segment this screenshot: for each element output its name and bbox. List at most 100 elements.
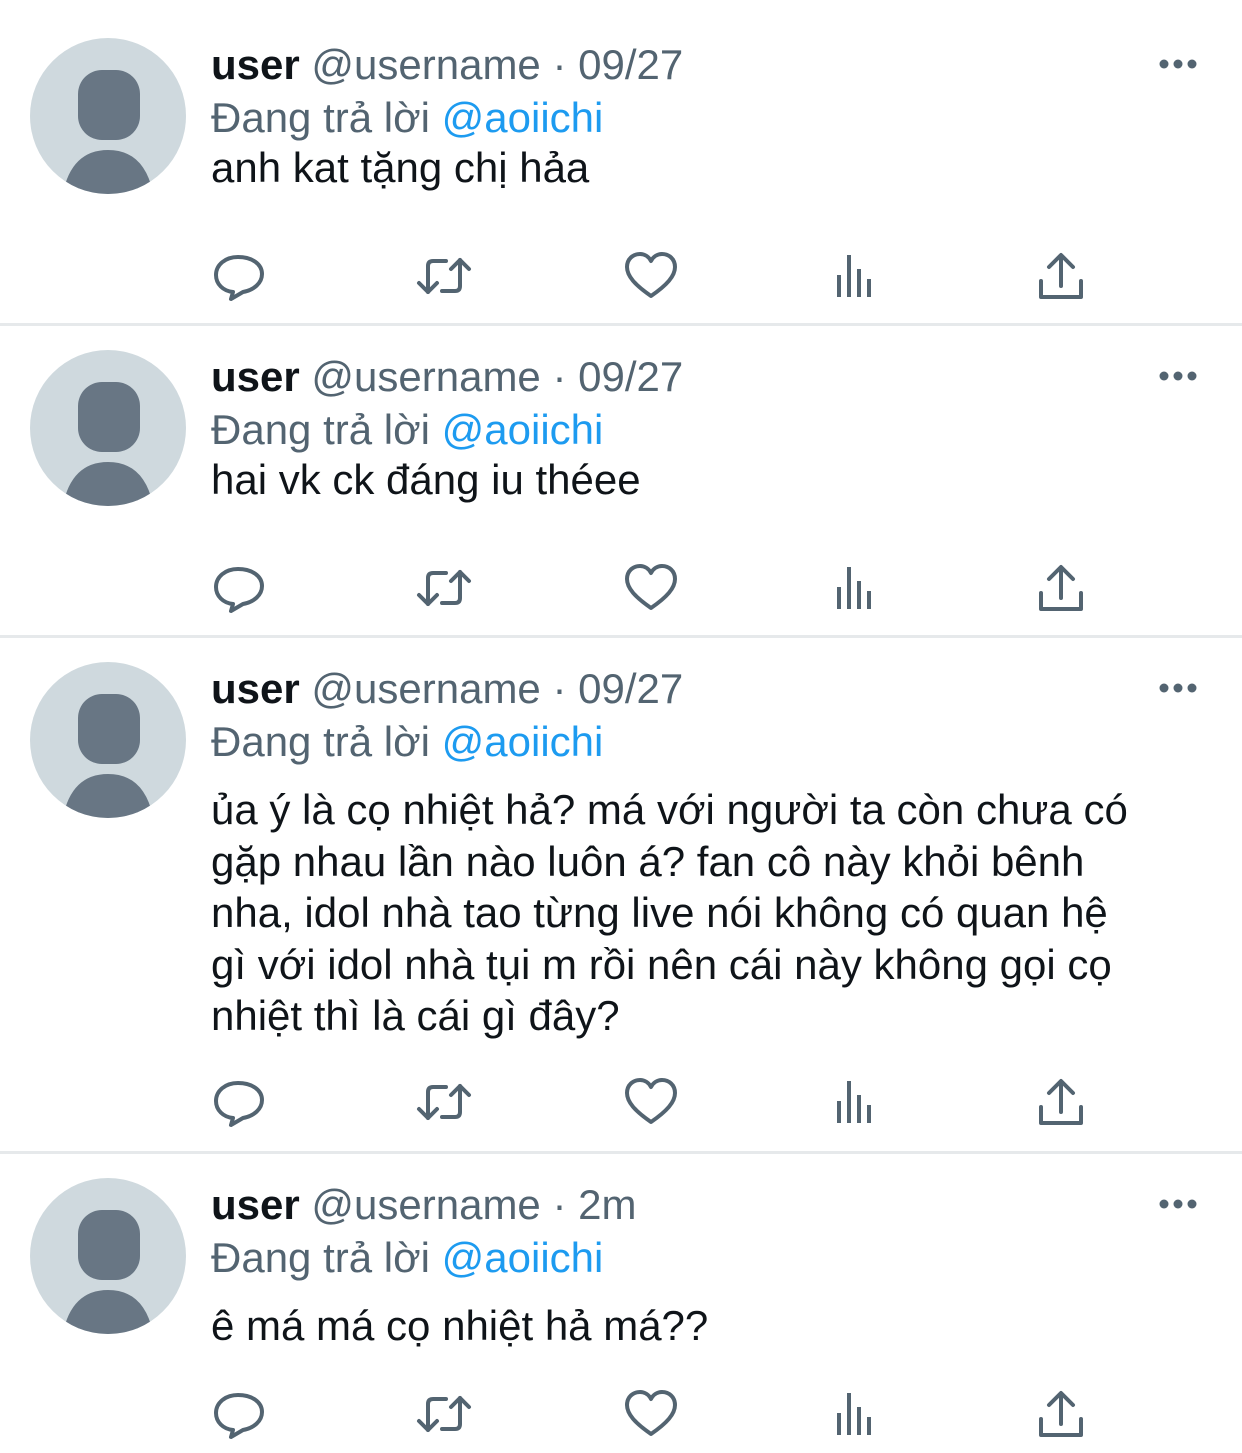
mention-link[interactable]: @aoiichi: [442, 1234, 604, 1281]
reply-icon: [214, 255, 264, 301]
tweet-text-line: ủa ý là cọ nhiệt hả? má với người ta còn…: [211, 786, 1128, 833]
avatar[interactable]: [30, 350, 186, 506]
timestamp[interactable]: 09/27: [578, 665, 683, 712]
tweet[interactable]: user @username · 09/27 Đang trả lời @aoi…: [0, 638, 1242, 1154]
tweet-text-line: gì với idol nhà tụi m rồi nên cái này kh…: [211, 940, 1112, 988]
display-name[interactable]: user: [211, 1181, 300, 1228]
retweet-icon: [417, 570, 471, 606]
more-options-button[interactable]: [1156, 52, 1204, 76]
heart-icon: [625, 252, 677, 298]
share-button[interactable]: [1033, 1074, 1089, 1130]
action-bar: [211, 1074, 1111, 1130]
user-handle[interactable]: @username: [311, 1181, 540, 1228]
more-horizontal-icon: [1159, 1199, 1197, 1209]
views-button[interactable]: [828, 248, 884, 304]
share-icon: [1039, 1391, 1083, 1437]
user-handle[interactable]: @username: [311, 41, 540, 88]
heart-icon: [625, 564, 677, 610]
share-icon: [1039, 253, 1083, 299]
tweet-header: user @username · 09/27: [211, 664, 683, 714]
separator-dot: ·: [552, 353, 567, 400]
tweet-text: ê má má cọ nhiệt hả má??: [211, 1302, 709, 1349]
reply-feed: user @username · 09/27 Đang trả lời @aoi…: [0, 0, 1242, 1453]
default-profile-icon: [62, 694, 154, 818]
tweet-text-line: gặp nhau lần nào luôn á? fan cô này khỏi…: [211, 837, 1085, 885]
views-bar-chart-icon: [837, 1393, 871, 1435]
more-horizontal-icon: [1159, 371, 1197, 381]
tweet[interactable]: user @username · 2m Đang trả lời @aoiich…: [0, 1154, 1242, 1453]
reply-icon: [214, 1393, 264, 1439]
retweet-button[interactable]: [416, 1386, 472, 1442]
mention-link[interactable]: @aoiichi: [442, 406, 604, 453]
action-bar: [211, 1386, 1111, 1442]
replying-to-line: Đang trả lời @aoiichi: [211, 405, 603, 455]
share-button[interactable]: [1033, 1386, 1089, 1442]
share-button[interactable]: [1033, 248, 1089, 304]
tweet-text-line: nha, idol nhà tao từng live nói không có…: [211, 889, 1108, 936]
views-button[interactable]: [828, 1386, 884, 1442]
default-profile-icon: [62, 1210, 154, 1334]
reply-button[interactable]: [211, 248, 267, 304]
retweet-button[interactable]: [416, 248, 472, 304]
more-horizontal-icon: [1159, 683, 1197, 693]
more-options-button[interactable]: [1156, 364, 1204, 388]
replying-to-label: Đang trả lời: [211, 94, 430, 141]
heart-icon: [625, 1078, 677, 1124]
like-button[interactable]: [623, 1386, 679, 1442]
share-button[interactable]: [1033, 560, 1089, 616]
more-options-button[interactable]: [1156, 676, 1204, 700]
like-button[interactable]: [623, 1074, 679, 1130]
like-button[interactable]: [623, 560, 679, 616]
views-button[interactable]: [828, 1074, 884, 1130]
default-profile-icon: [62, 70, 154, 194]
tweet-header: user @username · 2m: [211, 1180, 637, 1230]
share-icon: [1039, 565, 1083, 611]
retweet-button[interactable]: [416, 1074, 472, 1130]
timestamp[interactable]: 09/27: [578, 353, 683, 400]
tweet[interactable]: user @username · 09/27 Đang trả lời @aoi…: [0, 0, 1242, 326]
mention-link[interactable]: @aoiichi: [442, 718, 604, 765]
action-bar: [211, 560, 1111, 616]
retweet-button[interactable]: [416, 560, 472, 616]
timestamp[interactable]: 09/27: [578, 41, 683, 88]
default-profile-icon: [62, 382, 154, 506]
avatar[interactable]: [30, 1178, 186, 1334]
replying-to-line: Đang trả lời @aoiichi: [211, 1233, 603, 1283]
views-bar-chart-icon: [837, 1081, 871, 1123]
mention-link[interactable]: @aoiichi: [442, 94, 604, 141]
views-bar-chart-icon: [837, 255, 871, 297]
user-handle[interactable]: @username: [311, 353, 540, 400]
replying-to-label: Đang trả lời: [211, 1234, 430, 1281]
reply-button[interactable]: [211, 1386, 267, 1442]
separator-dot: ·: [552, 41, 567, 88]
replying-to-label: Đang trả lời: [211, 406, 430, 453]
like-button[interactable]: [623, 248, 679, 304]
user-handle[interactable]: @username: [311, 665, 540, 712]
tweet-text-line: nhiệt thì là cái gì đây?: [211, 992, 620, 1039]
reply-icon: [214, 567, 264, 613]
avatar[interactable]: [30, 662, 186, 818]
retweet-icon: [417, 1084, 471, 1120]
tweet-text: hai vk ck đáng iu théee: [211, 456, 641, 503]
reply-button[interactable]: [211, 1074, 267, 1130]
share-icon: [1039, 1079, 1083, 1125]
display-name[interactable]: user: [211, 41, 300, 88]
tweet-text: anh kat tặng chị hảa: [211, 144, 590, 191]
timestamp[interactable]: 2m: [578, 1181, 636, 1228]
tweet-header: user @username · 09/27: [211, 352, 683, 402]
retweet-icon: [417, 1396, 471, 1432]
display-name[interactable]: user: [211, 665, 300, 712]
views-button[interactable]: [828, 560, 884, 616]
display-name[interactable]: user: [211, 353, 300, 400]
tweet-text: ủa ý là cọ nhiệt hả? má với người ta còn…: [211, 784, 1191, 1042]
separator-dot: ·: [552, 665, 567, 712]
reply-button[interactable]: [211, 560, 267, 616]
replying-to-line: Đang trả lời @aoiichi: [211, 93, 603, 143]
retweet-icon: [417, 258, 471, 294]
avatar[interactable]: [30, 38, 186, 194]
more-options-button[interactable]: [1156, 1192, 1204, 1216]
more-horizontal-icon: [1159, 59, 1197, 69]
separator-dot: ·: [552, 1181, 567, 1228]
views-bar-chart-icon: [837, 567, 871, 609]
tweet[interactable]: user @username · 09/27 Đang trả lời @aoi…: [0, 326, 1242, 638]
